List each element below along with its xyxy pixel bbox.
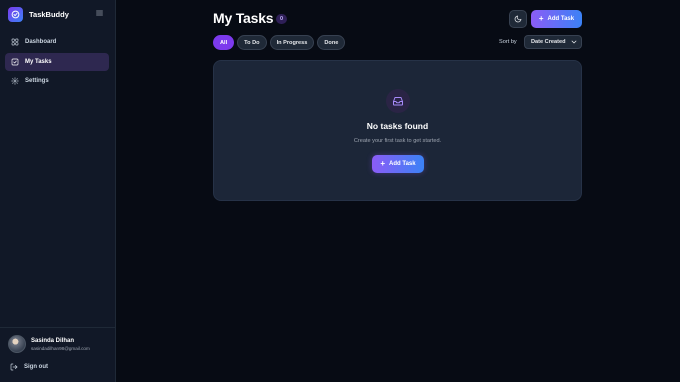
- sidebar-item-label: Dashboard: [25, 39, 57, 45]
- sort-value: Date Created: [531, 39, 566, 45]
- sidebar-item-label: My Tasks: [25, 59, 52, 65]
- brand[interactable]: TaskBuddy: [8, 6, 108, 22]
- sort-select[interactable]: Date Created: [524, 35, 582, 49]
- moon-icon: [514, 15, 522, 23]
- sidebar: TaskBuddy Dashboard My Tasks Settings Sa…: [0, 0, 116, 382]
- add-task-button[interactable]: + Add Task: [531, 10, 582, 28]
- plus-icon: +: [380, 159, 386, 168]
- sign-out-button[interactable]: Sign out: [10, 363, 48, 371]
- hamburger-icon[interactable]: [96, 8, 104, 18]
- checkbox-icon: [11, 58, 19, 66]
- add-task-label: Add Task: [547, 16, 575, 22]
- user-email: sasindadilhan98@gmail.com: [31, 345, 90, 351]
- avatar: [8, 335, 26, 353]
- user-name: Sasinda Dilhan: [31, 337, 75, 344]
- task-count-badge: 0: [276, 14, 287, 24]
- page-title: My Tasks: [213, 10, 274, 26]
- add-task-label: Add Task: [389, 161, 416, 167]
- grid-icon: [11, 38, 19, 46]
- filter-tab-in-progress[interactable]: In Progress: [269, 35, 315, 50]
- empty-state-card: No tasks found Create your first task to…: [213, 60, 582, 201]
- user-profile[interactable]: Sasinda Dilhan sasindadilhan98@gmail.com: [8, 335, 90, 353]
- sort-label: Sort by: [499, 39, 517, 45]
- sidebar-item-settings[interactable]: Settings: [5, 72, 109, 90]
- inbox-icon: [386, 89, 410, 113]
- filter-tabs: All To Do In Progress Done: [213, 35, 348, 50]
- check-circle-icon: [8, 6, 23, 22]
- logout-icon: [10, 363, 18, 371]
- theme-toggle-button[interactable]: [509, 10, 527, 28]
- sidebar-item-dashboard[interactable]: Dashboard: [5, 33, 109, 51]
- sign-out-label: Sign out: [24, 364, 48, 370]
- app-name: TaskBuddy: [29, 9, 69, 19]
- filter-tab-to-do[interactable]: To Do: [237, 35, 267, 50]
- chevron-down-icon: [571, 40, 577, 44]
- sidebar-item-label: Settings: [25, 78, 49, 84]
- sidebar-item-my-tasks[interactable]: My Tasks: [5, 53, 109, 71]
- gear-icon: [11, 77, 19, 85]
- filter-tab-done[interactable]: Done: [317, 35, 346, 50]
- empty-state-subtitle: Create your first task to get started.: [353, 138, 442, 144]
- empty-state-title: No tasks found: [366, 121, 429, 131]
- plus-icon: +: [538, 14, 544, 23]
- empty-state-add-task-button[interactable]: + Add Task: [372, 155, 424, 173]
- sidebar-divider: [0, 327, 116, 328]
- filter-tab-all[interactable]: All: [213, 35, 235, 50]
